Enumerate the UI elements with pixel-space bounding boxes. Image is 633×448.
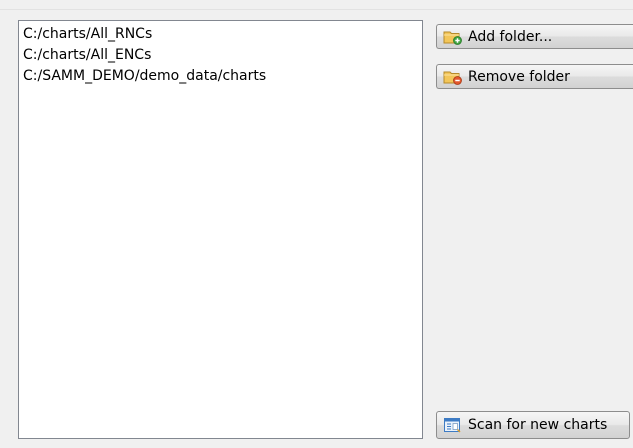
scan-charts-button[interactable]: Scan for new charts xyxy=(436,411,630,439)
folder-add-icon xyxy=(443,29,463,45)
add-folder-button[interactable]: Add folder... xyxy=(436,24,633,49)
remove-folder-label: Remove folder xyxy=(468,68,570,85)
list-item[interactable]: C:/charts/All_ENCs xyxy=(19,45,422,66)
scan-charts-label: Scan for new charts xyxy=(468,417,608,433)
chart-folder-list[interactable]: C:/charts/All_RNCs C:/charts/All_ENCs C:… xyxy=(18,20,423,439)
scan-icon xyxy=(443,417,463,433)
add-folder-label: Add folder... xyxy=(468,28,553,45)
list-item[interactable]: C:/charts/All_RNCs xyxy=(19,24,422,45)
folder-remove-icon xyxy=(443,69,463,85)
list-item[interactable]: C:/SAMM_DEMO/demo_data/charts xyxy=(19,66,422,87)
top-divider xyxy=(0,0,633,10)
remove-folder-button[interactable]: Remove folder xyxy=(436,64,633,89)
